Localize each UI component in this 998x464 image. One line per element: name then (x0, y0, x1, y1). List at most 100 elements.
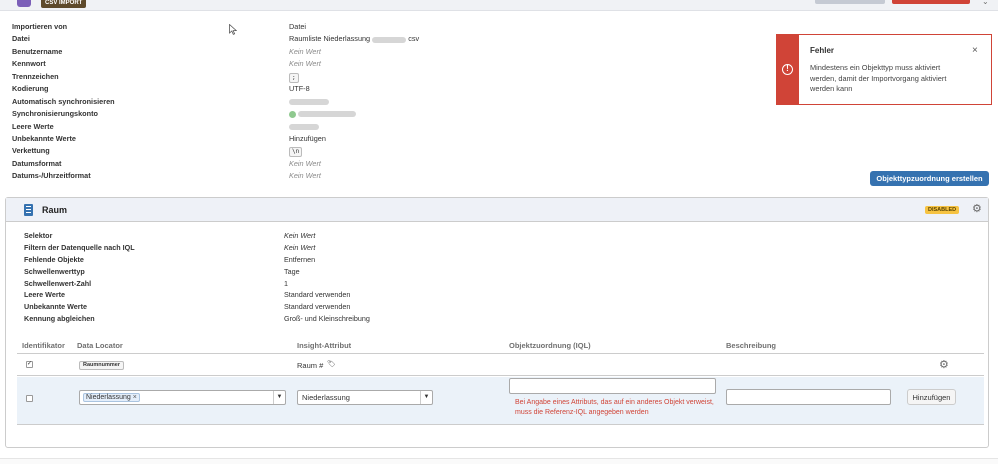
chevron-down-icon[interactable]: ▼ (273, 391, 285, 404)
concatenation-code: \n (289, 147, 303, 158)
property-label: Schwellenwerttyp (24, 266, 85, 276)
property-label: Trennzeichen (12, 71, 59, 81)
avatar (289, 110, 296, 118)
property-row: Verkettung \n (12, 146, 512, 158)
property-label: Kennwort (12, 59, 46, 69)
column-header-description: Beschreibung (726, 341, 777, 350)
property-row: Leere Werte (12, 122, 512, 134)
status-badge: DISABLED (925, 206, 960, 214)
property-row: Leere Werte Standard verwenden (24, 290, 624, 302)
property-value: ; (289, 72, 299, 83)
property-row: Importieren von Datei (12, 22, 512, 34)
property-value: Kein Wert (289, 171, 321, 181)
property-row: Datums-/Uhrzeitformat Kein Wert (12, 171, 512, 183)
error-title: Fehler (810, 46, 835, 55)
property-value-file: Raumliste Niederlassung csv (289, 34, 419, 43)
error-icon: ! (782, 64, 793, 75)
tag-icon: 🏷 (327, 361, 336, 368)
property-value: Kein Wert (289, 46, 321, 56)
property-value: Tage (284, 266, 300, 276)
toolbar-danger-button[interactable] (892, 0, 970, 4)
table-row: ✓ Raumnummer Raum # 🏷 ⚙ (17, 355, 984, 376)
redacted-text (289, 123, 319, 130)
property-label: Leere Werte (24, 290, 66, 300)
panel-header: Raum DISABLED ⚙ (6, 198, 988, 222)
property-value: Groß- und Kleinschreibung (284, 314, 370, 324)
property-row: Automatisch synchronisieren (12, 97, 512, 109)
gear-icon[interactable]: ⚙ (972, 204, 982, 215)
object-type-icon (24, 204, 33, 216)
error-message: Mindestens ein Objekttyp muss aktiviert … (810, 63, 947, 93)
toolbar-secondary-button[interactable] (815, 0, 885, 4)
column-header-object-mapping-iql: Objektzuordnung (IQL) (509, 341, 591, 350)
property-row: Datei Raumliste Niederlassung csv (12, 34, 512, 46)
property-value: UTF-8 (289, 84, 310, 94)
property-label: Datumsformat (12, 158, 62, 168)
property-label: Synchronisierungskonto (12, 109, 98, 119)
chip-label: Niederlassung (86, 394, 131, 401)
gear-icon[interactable]: ⚙ (939, 360, 949, 371)
top-bar: CSV IMPORT ⌄ (0, 0, 998, 11)
property-value: Kein Wert (284, 242, 316, 252)
identifier-checkbox[interactable]: ✓ (26, 361, 33, 368)
delimiter-code: ; (289, 72, 299, 83)
insight-attribute-value: Raum # (297, 361, 324, 370)
property-label: Benutzername (12, 46, 63, 56)
property-label: Unbekannte Werte (12, 133, 76, 143)
property-row: Fehlende Objekte Entfernen (24, 255, 624, 267)
mapping-properties: Selektor Kein Wert Filtern der Datenquel… (24, 231, 624, 326)
panel-title: Raum (42, 205, 68, 215)
attribute-mapping-table-header: Identifikator Data Locator Insight-Attri… (17, 338, 984, 354)
import-properties: Importieren von Datei Datei Raumliste Ni… (12, 22, 512, 184)
property-value: Hinzufügen (289, 133, 326, 143)
property-row: Unbekannte Werte Standard verwenden (24, 302, 624, 314)
property-row: Selektor Kein Wert (24, 231, 624, 243)
property-row: Kennwort Kein Wert (12, 59, 512, 71)
add-button[interactable]: Hinzufügen (907, 389, 956, 405)
iql-error-message: Bei Angabe eines Attributs, das auf ein … (515, 399, 714, 416)
property-label: Kennung abgleichen (24, 314, 95, 324)
create-object-type-mapping-button[interactable]: Objekttypzuordnung erstellen (870, 171, 989, 186)
redacted-text (298, 111, 356, 118)
property-value: 1 (284, 278, 288, 288)
property-value: Datei (289, 22, 307, 31)
description-input[interactable] (726, 389, 891, 405)
error-notification: ! Fehler Mindestens ein Objekttyp muss a… (776, 34, 992, 105)
error-indicator-bar: ! (777, 35, 799, 104)
chevron-down-icon[interactable]: ⌄ (982, 0, 989, 6)
property-value (289, 109, 356, 118)
property-value: Kein Wert (289, 158, 321, 168)
property-row: Schwellenwert-Zahl 1 (24, 279, 624, 291)
property-label: Leere Werte (12, 121, 54, 131)
redacted-text (372, 36, 407, 43)
property-label: Kodierung (12, 84, 49, 94)
close-icon[interactable]: × (972, 45, 978, 56)
property-value: Kein Wert (284, 231, 316, 240)
property-label: Verkettung (12, 146, 50, 156)
app-logo-icon (17, 0, 31, 7)
data-locator-tag: Raumnummer (79, 361, 124, 370)
chevron-down-icon[interactable]: ▼ (420, 391, 432, 404)
file-name: Raumliste Niederlassung (289, 34, 371, 44)
remove-icon[interactable]: × (133, 394, 137, 401)
iql-input[interactable] (509, 378, 716, 394)
property-row: Trennzeichen ; (12, 72, 512, 84)
property-value (289, 97, 329, 106)
property-label: Selektor (24, 231, 53, 240)
property-label: Schwellenwert-Zahl (24, 278, 92, 288)
property-label: Automatisch synchronisieren (12, 96, 115, 106)
table-row-editable: Niederlassung × ▼ Niederlassung ▼ Bei Ang… (17, 377, 984, 425)
property-row: Unbekannte Werte Hinzufügen (12, 134, 512, 146)
property-value: Standard verwenden (284, 290, 351, 300)
property-label: Fehlende Objekte (24, 254, 84, 264)
redacted-text (289, 98, 329, 105)
csv-import-badge: CSV IMPORT (41, 0, 87, 8)
insight-attribute-select[interactable]: Niederlassung ▼ (297, 390, 433, 405)
property-label: Unbekannte Werte (24, 302, 87, 312)
identifier-checkbox[interactable] (26, 395, 33, 402)
column-header-insight-attribute: Insight-Attribut (297, 341, 352, 350)
property-row: Benutzername Kein Wert (12, 47, 512, 59)
data-locator-select[interactable]: Niederlassung × ▼ (79, 390, 286, 405)
property-row: Kennung abgleichen Groß- und Kleinschrei… (24, 314, 624, 326)
property-value: \n (289, 146, 303, 158)
